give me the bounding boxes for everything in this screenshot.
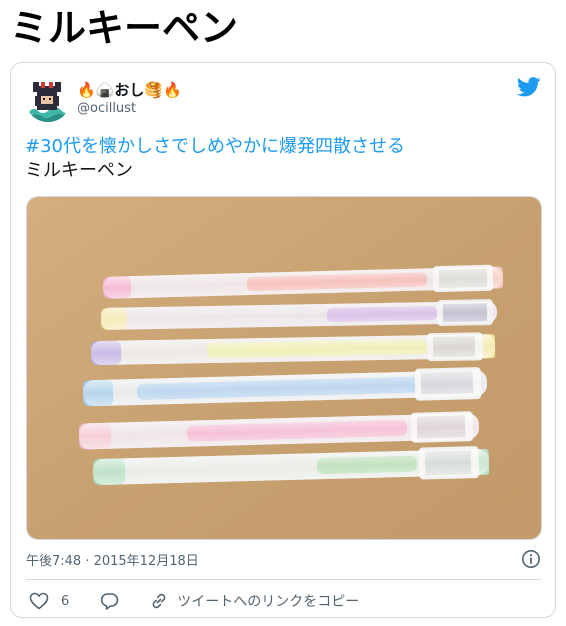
tweet-author[interactable]: 🔥🍙おし🥞🔥 @ocillust (25, 75, 182, 123)
pixel-art-avatar-icon (25, 76, 71, 122)
timestamp-row: 午後7:48 · 2015年12月18日 (26, 547, 541, 571)
tweet-actions: 6 ツイートへのリンクをコピー (29, 589, 359, 613)
like-button[interactable]: 6 (29, 592, 69, 610)
copy-link-label: ツイートへのリンクをコピー (177, 594, 360, 610)
link-icon (152, 593, 166, 609)
copy-link-button[interactable]: ツイートへのリンクをコピー (149, 591, 359, 611)
reply-button[interactable] (99, 592, 119, 610)
tweet-timestamp[interactable]: 午後7:48 · 2015年12月18日 (26, 550, 199, 569)
author-handle[interactable]: @ocillust (77, 100, 182, 118)
info-icon[interactable] (521, 549, 541, 569)
milky-pens-photo (27, 197, 541, 539)
page-title: ミルキーペン (10, 6, 239, 50)
tweet-body: ミルキーペン (25, 160, 133, 181)
like-count: 6 (61, 593, 70, 609)
heart-icon (29, 592, 49, 610)
reply-bubble-icon (101, 593, 119, 610)
twitter-bird-icon[interactable] (517, 77, 541, 97)
author-display-name[interactable]: 🔥🍙おし🥞🔥 (77, 80, 182, 100)
tweet-text: #30代を懐かしさでしめやかに爆発四散させる ミルキーペン (25, 135, 541, 183)
divider (26, 579, 541, 580)
hashtag-link[interactable]: #30代を懐かしさでしめやかに爆発四散させる (25, 135, 541, 159)
avatar[interactable] (25, 76, 71, 122)
tweet-card: 🔥🍙おし🥞🔥 @ocillust #30代を懐かしさでしめやかに爆発四散させる … (10, 62, 556, 618)
tweet-photo[interactable] (26, 196, 542, 540)
